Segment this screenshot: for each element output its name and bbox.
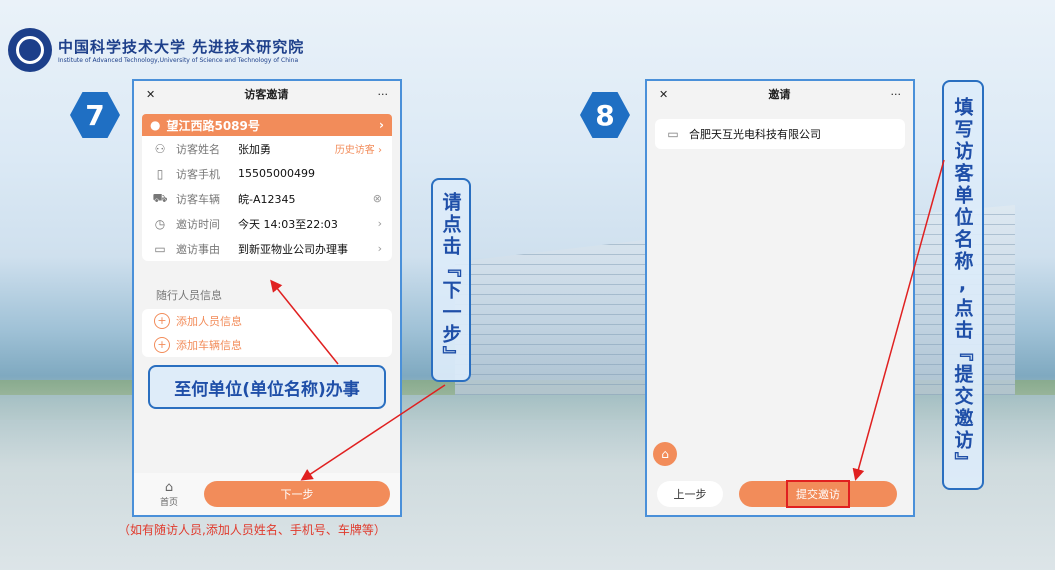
- home-tab[interactable]: ⌂ 首页: [134, 480, 204, 508]
- field-value: 今天 14:03至22:03: [238, 217, 338, 231]
- institute-name-cn: 中国科学技术大学 先进技术研究院: [58, 38, 305, 56]
- clear-icon[interactable]: ⊗: [373, 192, 382, 205]
- next-step-button[interactable]: 下一步: [204, 481, 390, 507]
- more-icon[interactable]: ···: [378, 88, 389, 101]
- company-input-card: ▭ 合肥天互光电科技有限公司: [655, 119, 905, 149]
- chevron-right-icon: ›: [377, 217, 382, 230]
- person-icon: ⚇: [154, 141, 166, 156]
- window-titlebar: ✕ 邀请 ···: [647, 81, 913, 107]
- field-visitor-vehicle[interactable]: ⛟ 访客车辆 皖-A12345 ⊗: [142, 186, 392, 211]
- field-label: 邀访时间: [176, 217, 220, 231]
- callout-visit-unit: 至何单位(单位名称)办事: [148, 365, 386, 409]
- close-icon[interactable]: ✕: [146, 88, 155, 101]
- submit-invite-label: 提交邀访: [786, 480, 850, 508]
- briefcase-icon: ▭: [154, 241, 166, 256]
- add-person-button[interactable]: + 添加人员信息: [142, 309, 392, 333]
- chevron-right-icon: ›: [377, 242, 382, 255]
- institute-name-en: Institute of Advanced Technology,Univers…: [58, 57, 299, 64]
- field-visitor-name[interactable]: ⚇ 访客姓名 张加勇 历史访客 ›: [142, 136, 392, 161]
- close-icon[interactable]: ✕: [659, 88, 668, 101]
- field-value: 到新亚物业公司办理事: [238, 242, 348, 256]
- page-title: 访客邀请: [244, 88, 289, 101]
- home-label: 首页: [159, 498, 178, 508]
- phone-frame-step8: ✕ 邀请 ··· ▭ 合肥天互光电科技有限公司 ⌂ 上一步 提交邀访: [645, 79, 915, 517]
- companion-section-title: 随行人员信息: [156, 289, 222, 302]
- visit-form-card: ● 望江西路5089号 › ⚇ 访客姓名 张加勇 历史访客 › ▯ 访客手机 1…: [142, 114, 392, 261]
- add-vehicle-button[interactable]: + 添加车辆信息: [142, 333, 392, 357]
- history-visitor-link[interactable]: 历史访客 ›: [335, 141, 382, 156]
- briefcase-icon: ▭: [667, 127, 679, 141]
- bottom-bar: ⌂ 首页 下一步: [134, 473, 400, 515]
- field-visitor-phone[interactable]: ▯ 访客手机 15505000499: [142, 161, 392, 186]
- field-value: 皖-A12345: [238, 192, 296, 206]
- more-icon[interactable]: ···: [891, 88, 902, 101]
- window-titlebar: ✕ 访客邀请 ···: [134, 81, 400, 107]
- home-icon: ⌂: [164, 480, 174, 495]
- field-visit-reason[interactable]: ▭ 邀访事由 到新亚物业公司办理事 ›: [142, 236, 392, 261]
- callout-click-next: 请点击『下一步』: [431, 178, 471, 382]
- page-title: 邀请: [768, 88, 791, 101]
- car-icon: ⛟: [152, 190, 168, 205]
- field-label: 访客车辆: [176, 192, 220, 206]
- field-label: 访客姓名: [176, 142, 220, 156]
- home-float-icon[interactable]: ⌂: [653, 442, 677, 466]
- companion-card: + 添加人员信息 + 添加车辆信息: [142, 309, 392, 357]
- location-pin-icon: ●: [150, 118, 161, 132]
- clock-icon: ◷: [154, 216, 166, 231]
- company-name-field[interactable]: ▭ 合肥天互光电科技有限公司: [655, 119, 905, 149]
- phone-icon: ▯: [156, 166, 164, 181]
- plus-icon: +: [154, 313, 170, 329]
- field-label: 邀访事由: [176, 242, 220, 256]
- field-value: 15505000499: [238, 167, 315, 180]
- phone-frame-step7: ✕ 访客邀请 ··· ● 望江西路5089号 › ⚇ 访客姓名 张加勇 历史访客…: [132, 79, 402, 517]
- plus-icon: +: [154, 337, 170, 353]
- company-name-value: 合肥天互光电科技有限公司: [689, 128, 821, 141]
- callout-fill-company: 填写访客单位名称,点击『提交邀访』: [942, 80, 984, 490]
- address-text: 望江西路5089号: [166, 118, 260, 133]
- prev-step-button[interactable]: 上一步: [657, 481, 723, 507]
- bottom-bar: 上一步 提交邀访: [647, 473, 913, 515]
- add-vehicle-label: 添加车辆信息: [176, 339, 242, 352]
- companion-note: （如有随访人员,添加人员姓名、手机号、车牌等）: [118, 523, 386, 537]
- institute-logo: 中国科学技术大学 先进技术研究院 Institute of Advanced T…: [8, 28, 304, 72]
- add-person-label: 添加人员信息: [176, 315, 242, 328]
- address-header[interactable]: ● 望江西路5089号 ›: [142, 114, 392, 136]
- field-visit-time[interactable]: ◷ 邀访时间 今天 14:03至22:03 ›: [142, 211, 392, 236]
- field-label: 访客手机: [176, 167, 220, 181]
- submit-invite-button[interactable]: 提交邀访: [739, 480, 897, 508]
- chevron-right-icon: ›: [379, 118, 384, 132]
- field-value: 张加勇: [238, 142, 271, 156]
- university-seal-icon: [8, 28, 52, 72]
